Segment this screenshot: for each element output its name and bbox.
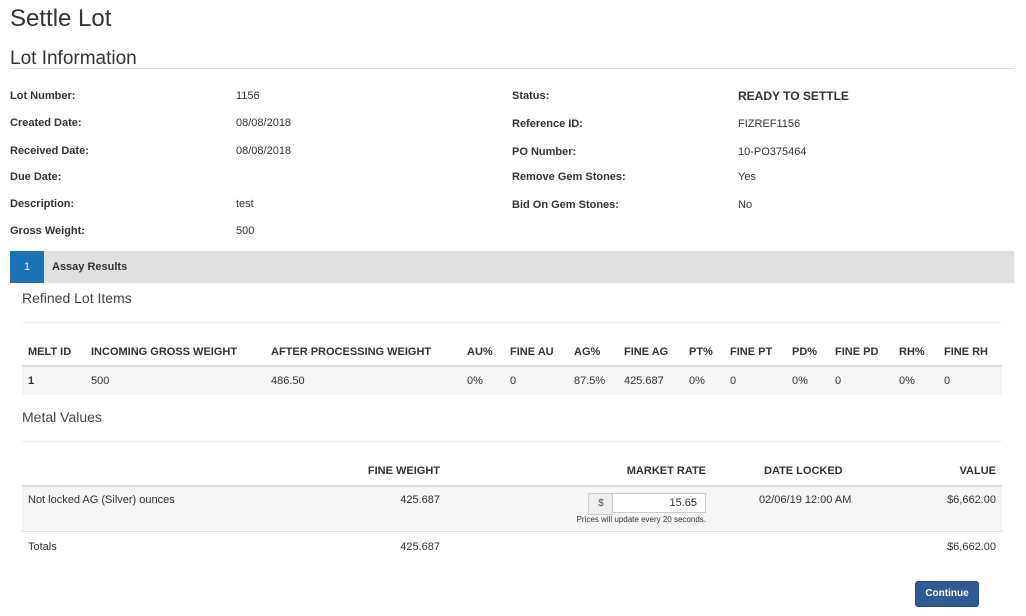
remove-gem-stones-value: Yes [738, 171, 756, 183]
gross-weight-label: Gross Weight: [10, 225, 85, 237]
cell-fine-pt: 0 [730, 375, 737, 387]
reference-id-value: FIZREF1156 [738, 118, 801, 130]
cell-fine-ag: 425.687 [624, 375, 664, 387]
metal-fine-weight: 425.687 [400, 494, 440, 506]
metal-value: $6,662.00 [947, 494, 996, 506]
col-header-fine-pt: FINE PT [730, 346, 773, 358]
section-divider [10, 68, 1014, 69]
bid-on-gem-stones-label: Bid On Gem Stones: [512, 199, 619, 211]
continue-button[interactable]: Continue [915, 581, 979, 607]
market-rate-input[interactable] [612, 493, 706, 513]
po-number-value: 10-PO375464 [738, 146, 807, 158]
cell-melt-id: 1 [28, 375, 35, 387]
refined-lot-items-title: Refined Lot Items [22, 290, 132, 306]
created-date-value: 08/08/2018 [236, 117, 292, 129]
tab-label: Assay Results [52, 261, 128, 273]
col-header-market-rate: MARKET RATE [626, 465, 706, 477]
status-label: Status: [512, 90, 550, 102]
col-header-rh-pct: RH% [899, 346, 925, 358]
received-date-value: 08/08/2018 [236, 145, 292, 157]
col-header-melt-id: MELT ID [28, 346, 72, 358]
description-label: Description: [10, 198, 75, 210]
col-header-fine-ag: FINE AG [624, 346, 669, 358]
metal-name: Not locked AG (Silver) ounces [28, 494, 175, 506]
metal-values-title: Metal Values [22, 409, 102, 425]
status-value: READY TO SETTLE [738, 89, 849, 103]
col-header-after-processing-weight: AFTER PROCESSING WEIGHT [271, 346, 432, 358]
price-update-hint: Prices will update every 20 seconds. [576, 515, 706, 524]
metal-date-locked: 02/06/19 12:00 AM [759, 494, 852, 506]
gross-weight-value: 500 [236, 225, 255, 237]
lot-number-label: Lot Number: [10, 90, 76, 102]
totals-divider [22, 531, 1002, 532]
cell-incoming-gross-weight: 500 [91, 375, 110, 387]
tab-step-number: 1 [10, 251, 44, 283]
totals-fine-weight: 425.687 [400, 541, 440, 553]
col-header-pd-pct: PD% [792, 346, 818, 358]
col-header-fine-au: FINE AU [510, 346, 554, 358]
bid-on-gem-stones-value: No [738, 199, 753, 211]
po-number-label: PO Number: [512, 146, 577, 158]
page-title: Settle Lot [10, 5, 112, 32]
col-header-value: VALUE [959, 465, 996, 477]
lot-information-title: Lot Information [10, 48, 137, 69]
reference-id-label: Reference ID: [512, 118, 583, 130]
col-header-date-locked: DATE LOCKED [764, 465, 843, 477]
lot-number-value: 1156 [236, 90, 260, 102]
cell-pd-pct: 0% [792, 375, 808, 387]
cell-after-processing-weight: 486.50 [271, 375, 305, 387]
totals-value: $6,662.00 [947, 541, 996, 553]
assay-results-tab[interactable]: 1 Assay Results [10, 251, 1014, 283]
col-header-fine-weight: FINE WEIGHT [367, 465, 440, 477]
cell-fine-pd: 0 [835, 375, 842, 387]
cell-fine-rh: 0 [944, 375, 951, 387]
col-header-ag-pct: AG% [574, 346, 601, 358]
refined-title-divider [22, 322, 1002, 323]
col-header-pt-pct: PT% [689, 346, 713, 358]
currency-addon: $ [588, 493, 613, 515]
cell-pt-pct: 0% [689, 375, 705, 387]
cell-au-pct: 0% [467, 375, 483, 387]
col-header-fine-rh: FINE RH [944, 346, 988, 358]
remove-gem-stones-label: Remove Gem Stones: [512, 171, 626, 183]
received-date-label: Received Date: [10, 145, 89, 157]
metal-title-divider [22, 441, 1002, 442]
cell-ag-pct: 87.5% [574, 375, 606, 387]
cell-rh-pct: 0% [899, 375, 915, 387]
totals-label: Totals [28, 541, 57, 553]
col-header-fine-pd: FINE PD [835, 346, 879, 358]
cell-fine-au: 0 [510, 375, 517, 387]
description-value: test [236, 198, 254, 210]
due-date-label: Due Date: [10, 171, 62, 183]
col-header-incoming-gross-weight: INCOMING GROSS WEIGHT [91, 346, 238, 358]
created-date-label: Created Date: [10, 117, 82, 129]
col-header-au-pct: AU% [467, 346, 493, 358]
